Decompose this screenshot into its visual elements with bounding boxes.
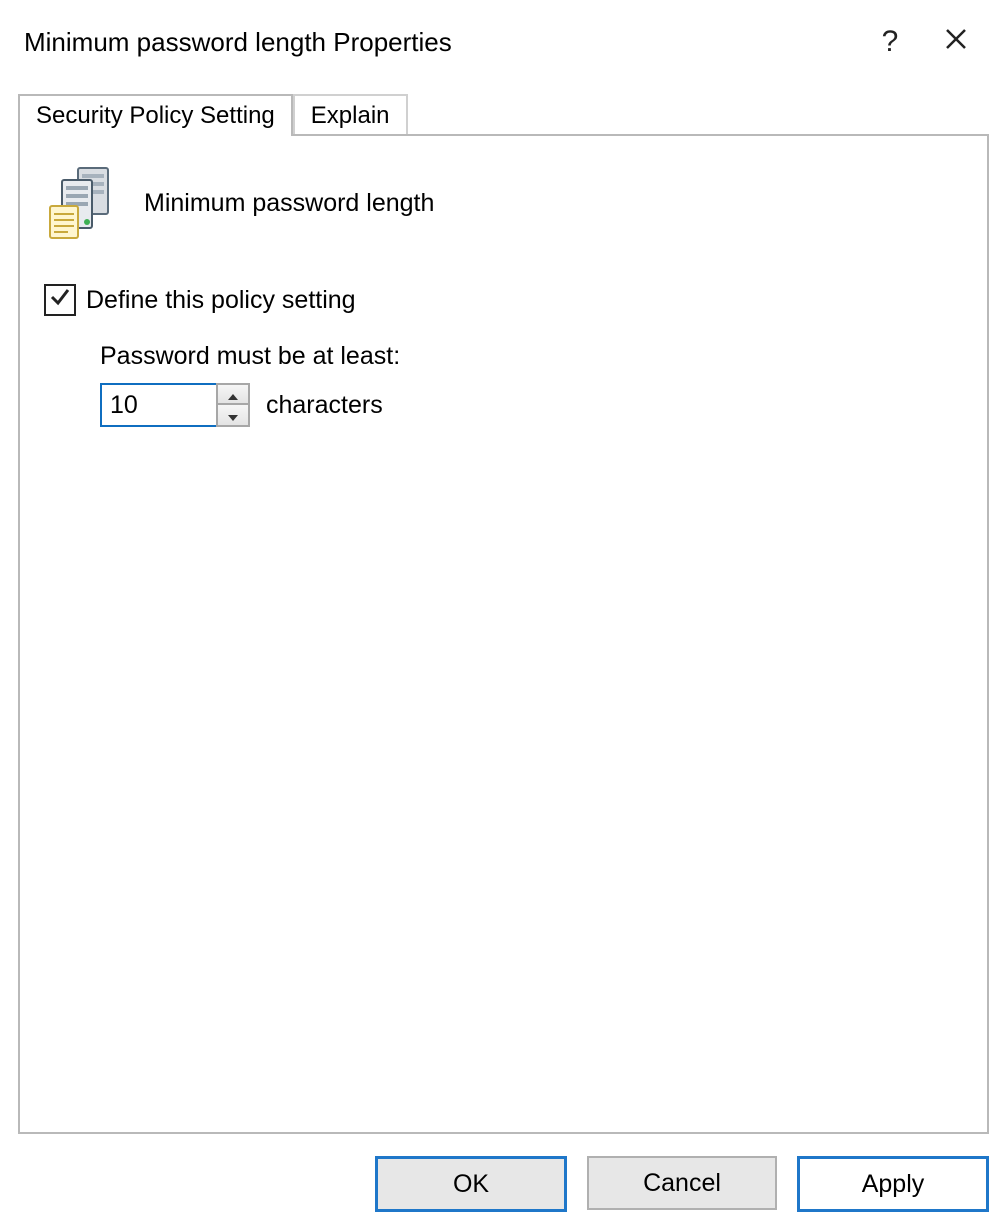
password-length-stepper: [100, 383, 250, 427]
tab-strip: Security Policy Setting Explain: [18, 92, 989, 134]
policy-title: Minimum password length: [144, 189, 434, 218]
checkmark-icon: [49, 286, 71, 315]
define-policy-label: Define this policy setting: [86, 286, 356, 315]
apply-button[interactable]: Apply: [797, 1156, 989, 1212]
close-icon: [944, 25, 968, 59]
chevron-down-icon: [227, 401, 239, 429]
password-min-label: Password must be at least:: [100, 342, 963, 371]
close-button[interactable]: [923, 19, 989, 65]
server-policy-icon: [44, 164, 122, 242]
titlebar: Minimum password length Properties ?: [0, 0, 1007, 84]
tab-panel-security: Minimum password length Define this poli…: [18, 134, 989, 1134]
tab-security-policy-setting[interactable]: Security Policy Setting: [18, 94, 293, 136]
tab-explain[interactable]: Explain: [293, 94, 408, 136]
spin-down-button[interactable]: [216, 405, 250, 427]
define-policy-checkbox[interactable]: [44, 284, 76, 316]
ok-button[interactable]: OK: [375, 1156, 567, 1212]
help-button[interactable]: ?: [857, 19, 923, 65]
dialog-button-row: OK Cancel Apply: [375, 1156, 989, 1212]
window-title: Minimum password length Properties: [24, 27, 857, 58]
cancel-button[interactable]: Cancel: [587, 1156, 777, 1210]
password-length-input[interactable]: [100, 383, 218, 427]
password-length-suffix: characters: [266, 391, 383, 420]
